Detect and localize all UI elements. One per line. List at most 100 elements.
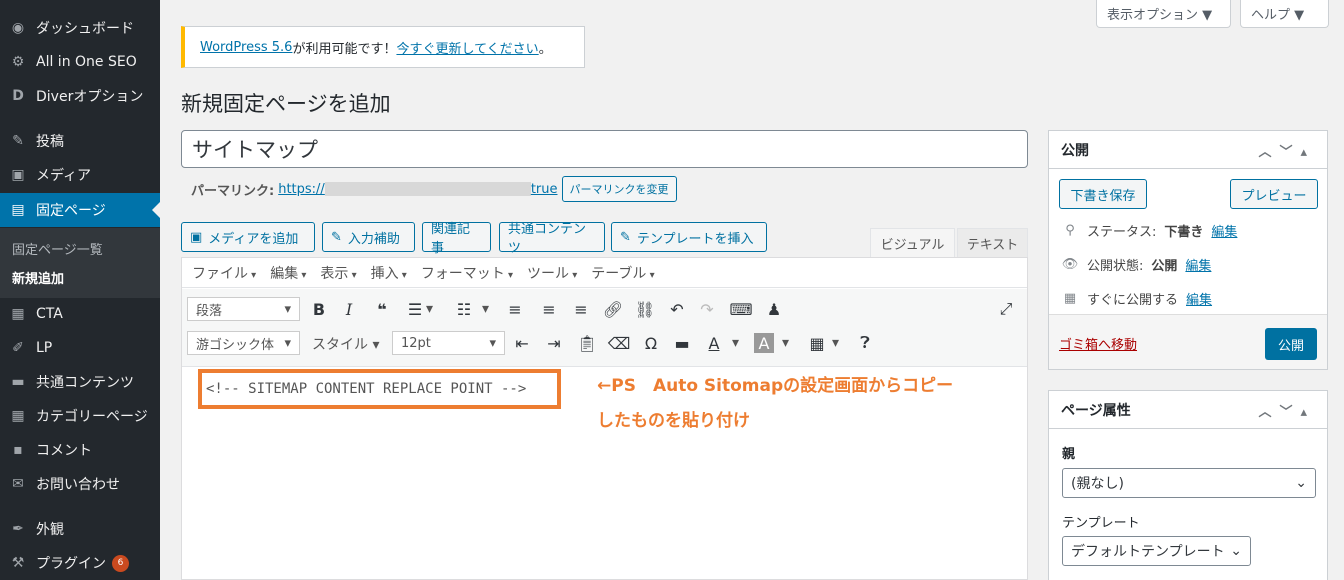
text-color-icon[interactable]: A [702, 331, 726, 355]
move-to-trash-link[interactable]: ゴミ箱へ移動 [1059, 334, 1137, 353]
spy-icon[interactable]: ♟ [762, 297, 786, 321]
menu-table[interactable]: テーブル [591, 263, 654, 283]
indent-icon[interactable]: ⇥ [542, 331, 566, 355]
update-now-link[interactable]: 今すぐ更新してください [396, 38, 538, 57]
parent-select[interactable]: (親なし) ⌄ [1062, 468, 1316, 498]
publish-button[interactable]: 公開 [1265, 328, 1317, 360]
table-icon[interactable]: ▦ [805, 331, 829, 355]
numbered-list-dropdown[interactable]: ▾ [482, 301, 489, 317]
bullet-list-icon[interactable]: ☰ [403, 297, 427, 321]
numbered-list-icon[interactable]: ☷ [452, 297, 476, 321]
tab-visual[interactable]: ビジュアル [870, 228, 955, 258]
sidebar-item-label: プラグイン [36, 556, 106, 572]
edit-status-link[interactable]: 編集 [1211, 221, 1237, 240]
common-content-button[interactable]: 共通コンテンツ [499, 222, 605, 256]
sidebar-item-label: 固定ページ [36, 203, 106, 219]
sidebar-item-lp[interactable]: ✐ LP [0, 331, 160, 365]
help-icon[interactable]: ❓︎ [853, 331, 877, 355]
align-left-icon[interactable]: ≡ [503, 297, 527, 321]
diver-icon: D [12, 88, 24, 104]
font-family-select[interactable]: 游ゴシック体 ▾ [187, 331, 300, 355]
edit-visibility-link[interactable]: 編集 [1185, 255, 1211, 274]
bullet-list-dropdown[interactable]: ▾ [426, 301, 433, 317]
page-attributes-box: ページ属性 ︿﹀▴ 親 (親なし) ⌄ テンプレート デフォルトテンプレート ⌄ [1048, 390, 1328, 580]
link-icon[interactable]: 🔗︎ [601, 297, 625, 321]
edit-schedule-link[interactable]: 編集 [1186, 289, 1212, 308]
status-row: ⚲ ステータス: 下書き 編集 [1061, 221, 1237, 240]
unlink-icon[interactable]: ⛓ [633, 297, 657, 321]
text-color-dropdown[interactable]: ▾ [732, 335, 739, 351]
menu-tools[interactable]: ツール [527, 263, 577, 283]
paste-icon[interactable]: 📋︎ [575, 331, 599, 355]
permalink-url[interactable]: https:// true [278, 182, 557, 197]
menu-insert[interactable]: 挿入 [371, 263, 407, 283]
menu-file[interactable]: ファイル [192, 263, 256, 283]
change-permalink-button[interactable]: パーマリンクを変更 [561, 176, 677, 202]
italic-icon[interactable]: I [337, 297, 361, 321]
tab-text[interactable]: テキスト [957, 228, 1028, 258]
sidebar-item-contact[interactable]: ✉ お問い合わせ [0, 467, 160, 501]
preview-button[interactable]: プレビュー [1230, 179, 1318, 209]
sidebar-item-plugins[interactable]: ⚒ プラグイン 6 [0, 546, 160, 580]
wp-version-link[interactable]: WordPress 5.6 [200, 40, 292, 55]
visibility-row: 👁︎ 公開状態: 公開 編集 [1061, 255, 1212, 274]
eraser-icon[interactable]: ⌫ [607, 331, 631, 355]
align-right-icon[interactable]: ≡ [569, 297, 593, 321]
save-draft-button[interactable]: 下書き保存 [1059, 179, 1147, 209]
submenu-add-new[interactable]: 新規追加 [12, 268, 64, 287]
add-media-button[interactable]: ▣ メディアを追加 [181, 222, 315, 252]
omega-icon[interactable]: Ω [639, 331, 663, 355]
bg-color-icon[interactable]: A [754, 333, 774, 353]
input-assist-button[interactable]: ✎ 入力補助 [322, 222, 415, 252]
media-icon: ▣ [11, 167, 25, 183]
sidebar-item-posts[interactable]: ✎ 投稿 [0, 124, 160, 158]
update-count-badge: 6 [112, 554, 129, 572]
sidebar-item-pages[interactable]: ▤ 固定ページ [0, 193, 160, 227]
sidebar-item-comments[interactable]: ▪ コメント [0, 433, 160, 467]
style-label: スタイル [312, 337, 368, 353]
undo-icon[interactable]: ↶ [665, 297, 689, 321]
outdent-icon[interactable]: ⇤ [510, 331, 534, 355]
comment-icon: ▪ [13, 442, 23, 458]
redo-icon[interactable]: ↷ [695, 297, 719, 321]
keyboard-icon[interactable]: ⌨ [729, 297, 753, 321]
sidebar-item-label: 外観 [36, 522, 64, 538]
fullscreen-icon[interactable]: ⤢ [994, 297, 1018, 321]
bg-color-dropdown[interactable]: ▾ [782, 335, 789, 351]
submenu-all-pages[interactable]: 固定ページ一覧 [12, 239, 103, 258]
menu-format[interactable]: フォーマット [421, 263, 513, 283]
table-dropdown[interactable]: ▾ [832, 335, 839, 351]
related-posts-button[interactable]: 関連記事 [422, 222, 491, 256]
sidebar-item-appearance[interactable]: ✒ 外観 [0, 512, 160, 546]
sidebar-item-dashboard[interactable]: ◉ ダッシュボード [0, 11, 160, 45]
pin-icon: ⚲ [1065, 223, 1075, 238]
chevron-down-icon: ⌄ [1295, 475, 1307, 491]
publish-box-header: 公開 ︿﹀▴ [1049, 131, 1327, 169]
panel-controls-icon[interactable]: ︿﹀▴ [1258, 141, 1315, 160]
sidebar-item-media[interactable]: ▣ メディア [0, 158, 160, 192]
sidebar-item-cta[interactable]: ▦ CTA [0, 297, 160, 331]
format-select[interactable]: 段落 ▾ [187, 297, 300, 321]
screen-options-button[interactable]: 表示オプション ▼ [1096, 0, 1231, 28]
editor-toolbar: 段落 ▾ B I ❝ ☰ ▾ ☷ ▾ ≡ ≡ ≡ 🔗︎ ⛓ ↶ ↷ ⌨ ♟ ⤢ 游… [182, 289, 1027, 367]
sidebar-item-aioseo[interactable]: ⚙ All in One SEO [0, 45, 160, 79]
template-select[interactable]: デフォルトテンプレート ⌄ [1062, 536, 1251, 566]
lp-icon: ✐ [12, 340, 24, 356]
sidebar-item-category[interactable]: ▦ カテゴリーページ [0, 399, 160, 433]
style-dropdown[interactable]: スタイル ▾ [312, 334, 379, 354]
panel-controls-icon[interactable]: ︿﹀▴ [1258, 401, 1315, 420]
font-size-select[interactable]: 12pt ▾ [392, 331, 505, 355]
attributes-title: ページ属性 [1061, 402, 1131, 419]
sitemap-code-highlight[interactable]: <!-- SITEMAP CONTENT REPLACE POINT --> [198, 369, 561, 409]
sidebar-item-diver[interactable]: D Diverオプション [0, 79, 160, 113]
bold-icon[interactable]: B [307, 297, 331, 321]
menu-edit[interactable]: 編集 [270, 263, 306, 283]
align-center-icon[interactable]: ≡ [537, 297, 561, 321]
sidebar-item-common[interactable]: ▬ 共通コンテンツ [0, 365, 160, 399]
hr-icon[interactable]: ▬ [670, 331, 694, 355]
help-button[interactable]: ヘルプ ▼ [1240, 0, 1329, 28]
blockquote-icon[interactable]: ❝ [370, 297, 394, 321]
menu-view[interactable]: 表示 [320, 263, 356, 283]
insert-template-button[interactable]: ✎ テンプレートを挿入 [611, 222, 767, 252]
post-title-input[interactable]: サイトマップ [181, 130, 1028, 168]
